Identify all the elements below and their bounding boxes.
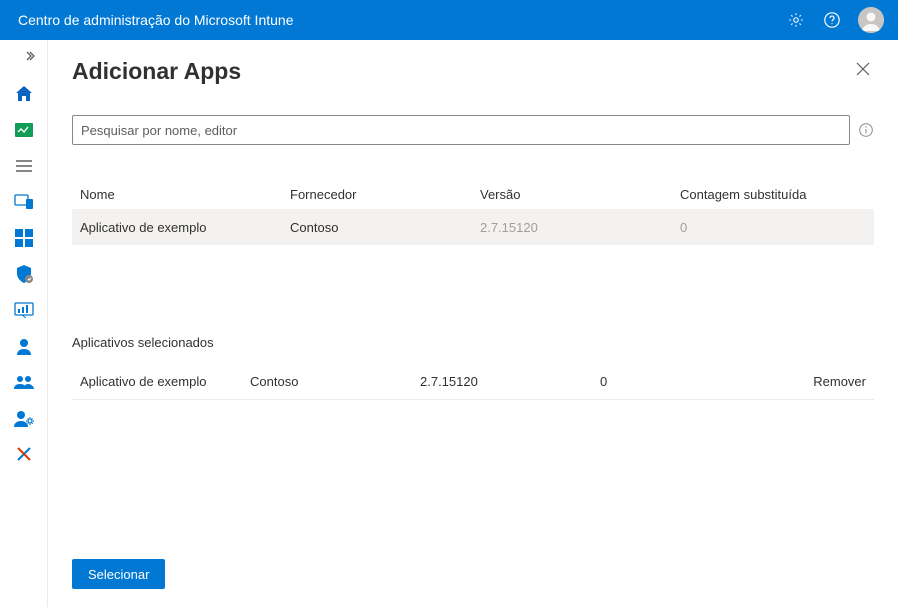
nav-dashboard-icon[interactable] bbox=[12, 118, 36, 142]
col-version: Versão bbox=[480, 187, 680, 202]
col-vendor: Fornecedor bbox=[290, 187, 480, 202]
nav-users-icon[interactable] bbox=[12, 334, 36, 358]
results-header-row: Nome Fornecedor Versão Contagem substitu… bbox=[72, 179, 874, 209]
sel-cell-name: Aplicativo de exemplo bbox=[80, 374, 250, 389]
col-name: Nome bbox=[80, 187, 290, 202]
cell-vendor: Contoso bbox=[290, 220, 480, 235]
settings-icon[interactable] bbox=[786, 10, 806, 30]
expand-sidebar-icon[interactable] bbox=[8, 46, 40, 66]
nav-devices-icon[interactable] bbox=[12, 190, 36, 214]
cell-name: Aplicativo de exemplo bbox=[80, 220, 290, 235]
nav-tenant-admin-icon[interactable] bbox=[12, 406, 36, 430]
nav-endpoint-security-icon[interactable] bbox=[12, 262, 36, 286]
col-superseded: Contagem substituída bbox=[680, 187, 866, 202]
nav-reports-icon[interactable] bbox=[12, 298, 36, 322]
app-title: Centro de administração do Microsoft Int… bbox=[18, 12, 786, 28]
nav-groups-icon[interactable] bbox=[12, 370, 36, 394]
topbar: Centro de administração do Microsoft Int… bbox=[0, 0, 898, 40]
remove-link[interactable]: Remover bbox=[780, 374, 866, 389]
sidebar bbox=[0, 40, 48, 607]
results-row[interactable]: Aplicativo de exemplo Contoso 2.7.15120 … bbox=[72, 209, 874, 245]
selected-row: Aplicativo de exemplo Contoso 2.7.15120 … bbox=[72, 364, 874, 400]
results-table: Nome Fornecedor Versão Contagem substitu… bbox=[72, 179, 874, 245]
selected-table: Aplicativo de exemplo Contoso 2.7.15120 … bbox=[72, 364, 874, 400]
select-button[interactable]: Selecionar bbox=[72, 559, 165, 589]
nav-troubleshoot-icon[interactable] bbox=[12, 442, 36, 466]
page-title: Adicionar Apps bbox=[72, 58, 241, 85]
nav-apps-icon[interactable] bbox=[12, 226, 36, 250]
nav-all-services-icon[interactable] bbox=[12, 154, 36, 178]
nav-home-icon[interactable] bbox=[12, 82, 36, 106]
cell-version: 2.7.15120 bbox=[480, 220, 680, 235]
cell-superseded: 0 bbox=[680, 220, 866, 235]
info-icon[interactable] bbox=[858, 122, 874, 138]
user-avatar[interactable] bbox=[858, 7, 884, 33]
main-panel: Adicionar Apps Nome Fornecedor Versão Co… bbox=[48, 40, 898, 607]
sel-cell-superseded: 0 bbox=[600, 374, 780, 389]
close-icon[interactable] bbox=[852, 58, 874, 80]
search-input[interactable] bbox=[72, 115, 850, 145]
selected-apps-title: Aplicativos selecionados bbox=[72, 335, 874, 350]
sel-cell-version: 2.7.15120 bbox=[420, 374, 600, 389]
help-icon[interactable] bbox=[822, 10, 842, 30]
sel-cell-vendor: Contoso bbox=[250, 374, 420, 389]
topbar-actions bbox=[786, 7, 884, 33]
